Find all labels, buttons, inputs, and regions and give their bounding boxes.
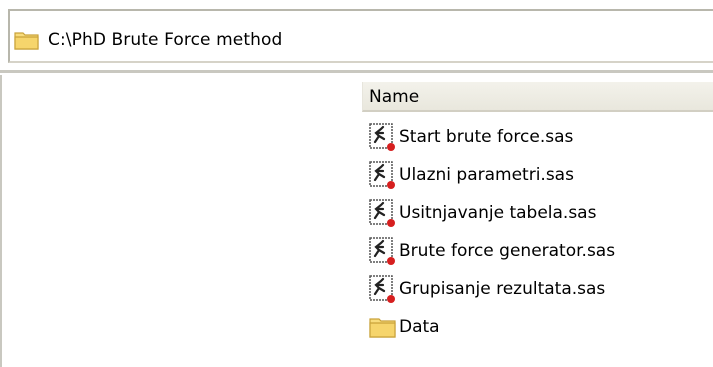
list-item[interactable]: Ulazni parametri.sas bbox=[362, 156, 615, 194]
address-path[interactable]: C:\PhD Brute Force method bbox=[48, 30, 282, 50]
sas-program-icon bbox=[368, 198, 398, 228]
file-list: Start brute force.sas Ulazni parametri.s… bbox=[362, 118, 615, 346]
pane-left-border bbox=[0, 75, 2, 367]
address-bar-content: C:\PhD Brute Force method bbox=[14, 27, 282, 53]
sas-program-icon bbox=[368, 122, 398, 152]
sas-program-icon bbox=[368, 160, 398, 190]
list-item[interactable]: Grupisanje rezultata.sas bbox=[362, 270, 615, 308]
list-item[interactable]: Brute force generator.sas bbox=[362, 232, 615, 270]
folder-tree-pane[interactable] bbox=[0, 75, 362, 367]
list-item[interactable]: Data bbox=[362, 308, 615, 346]
folder-icon bbox=[14, 29, 40, 51]
window-top-edge bbox=[0, 0, 713, 9]
column-header-name-label: Name bbox=[369, 87, 420, 107]
column-header-name[interactable]: Name bbox=[362, 82, 713, 112]
address-bar[interactable]: C:\PhD Brute Force method bbox=[8, 9, 713, 63]
list-item[interactable]: Usitnjavanje tabela.sas bbox=[362, 194, 615, 232]
pane-top-divider bbox=[0, 70, 713, 73]
list-item-label: Ulazni parametri.sas bbox=[399, 165, 574, 185]
list-item-label: Data bbox=[399, 317, 440, 337]
sas-program-icon bbox=[368, 274, 398, 304]
list-item[interactable]: Start brute force.sas bbox=[362, 118, 615, 156]
folder-icon bbox=[368, 312, 398, 342]
list-item-label: Brute force generator.sas bbox=[399, 241, 616, 261]
file-list-view[interactable]: Name Start brute force.sas Ulazni parame… bbox=[362, 82, 713, 367]
list-item-label: Grupisanje rezultata.sas bbox=[399, 279, 606, 299]
list-item-label: Start brute force.sas bbox=[399, 127, 574, 147]
sas-program-icon bbox=[368, 236, 398, 266]
list-item-label: Usitnjavanje tabela.sas bbox=[399, 203, 597, 223]
